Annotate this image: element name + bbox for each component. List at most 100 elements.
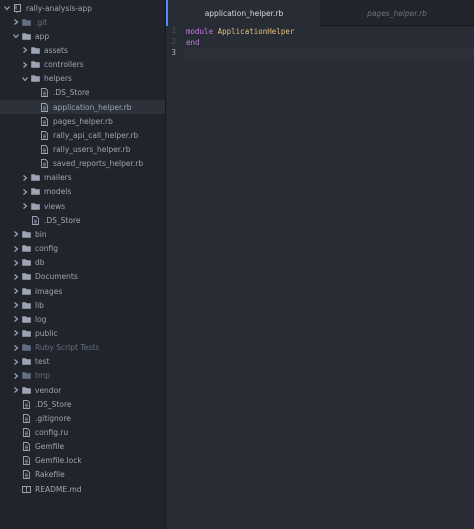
- chevron-down-icon[interactable]: [3, 5, 11, 11]
- chevron-right-icon[interactable]: [21, 203, 29, 210]
- code-line[interactable]: end: [186, 37, 474, 48]
- tree-entry-label: .gitignore: [35, 413, 71, 423]
- file-entry-gitignore[interactable]: .gitignore: [0, 411, 165, 425]
- folder-entry-lib[interactable]: lib: [0, 298, 165, 312]
- folder-entry-vendor[interactable]: vendor: [0, 383, 165, 397]
- file-entry-gemfile-lock[interactable]: Gemfile.lock: [0, 454, 165, 468]
- file-text-icon: [40, 102, 49, 112]
- chevron-right-icon[interactable]: [12, 259, 20, 266]
- tree-entry-label: lib: [35, 300, 44, 310]
- tree-entry-label: Documents: [35, 272, 78, 282]
- tree-entry-label: app: [35, 31, 50, 41]
- tree-entry-label: tmp: [35, 371, 51, 381]
- folder-icon: [22, 329, 31, 338]
- folder-icon: [22, 258, 31, 267]
- folder-entry-models[interactable]: models: [0, 185, 165, 199]
- folder-entry-db[interactable]: db: [0, 256, 165, 270]
- folder-icon: [22, 301, 31, 310]
- tree-entry-label: .DS_Store: [53, 88, 90, 98]
- tree-entry-label: Ruby Script Tests: [35, 343, 100, 353]
- folder-icon: [22, 287, 31, 296]
- tree-entry-label: mailers: [44, 173, 72, 183]
- folder-entry-assets[interactable]: assets: [0, 43, 165, 57]
- chevron-right-icon[interactable]: [12, 387, 20, 394]
- folder-entry-tmp[interactable]: tmp: [0, 369, 165, 383]
- tab-application-helper[interactable]: application_helper.rb: [166, 0, 320, 26]
- chevron-down-icon[interactable]: [21, 76, 29, 82]
- chevron-right-icon[interactable]: [12, 330, 20, 337]
- folder-entry-bin[interactable]: bin: [0, 227, 165, 241]
- chevron-right-icon[interactable]: [21, 47, 29, 54]
- file-entry-gemfile[interactable]: Gemfile: [0, 440, 165, 454]
- file-entry-rakefile[interactable]: Rakefile: [0, 468, 165, 482]
- folder-entry-test[interactable]: test: [0, 355, 165, 369]
- chevron-right-icon[interactable]: [21, 174, 29, 181]
- chevron-right-icon[interactable]: [12, 358, 20, 365]
- file-entry-pages-helper[interactable]: pages_helper.rb: [0, 114, 165, 128]
- chevron-right-icon[interactable]: [12, 288, 20, 294]
- tree-entry-label: helpers: [44, 74, 72, 84]
- tree-entry-label: .git: [35, 17, 48, 27]
- chevron-right-icon[interactable]: [21, 188, 29, 195]
- tree-entry-label: .DS_Store: [35, 399, 72, 409]
- chevron-right-icon[interactable]: [12, 19, 20, 26]
- folder-entry-public[interactable]: public: [0, 326, 165, 340]
- folder-entry-app[interactable]: app: [0, 29, 165, 43]
- chevron-right-icon[interactable]: [12, 344, 20, 351]
- tree-entry-label: Gemfile: [35, 442, 65, 452]
- tree-entry-label: config.ru: [35, 428, 69, 437]
- folder-entry-views[interactable]: views: [0, 199, 165, 213]
- file-entry-readme[interactable]: README.md: [0, 482, 165, 496]
- file-entry-saved-reports-helper[interactable]: saved_reports_helper.rb: [0, 157, 165, 171]
- file-entry-app-ds-store[interactable]: .DS_Store: [0, 213, 165, 227]
- file-entry-rally-users-helper[interactable]: rally_users_helper.rb: [0, 143, 165, 157]
- folder-entry-config[interactable]: config: [0, 242, 165, 256]
- code-line[interactable]: module ApplicationHelper: [186, 26, 474, 37]
- folder-entry-git[interactable]: .git: [0, 15, 165, 29]
- folder-entry-images[interactable]: images: [0, 284, 165, 298]
- file-entry-root-ds-store[interactable]: .DS_Store: [0, 397, 165, 411]
- file-text-icon: [22, 399, 31, 409]
- chevron-down-icon[interactable]: [12, 33, 20, 39]
- tree-entry-label: vendor: [35, 385, 62, 395]
- tree-entry-label: db: [35, 258, 45, 268]
- repo-icon: [13, 3, 22, 13]
- line-number: 1: [171, 26, 176, 35]
- code-line-current[interactable]: [184, 48, 474, 59]
- folder-icon: [31, 46, 40, 55]
- folder-entry-log[interactable]: log: [0, 312, 165, 326]
- chevron-right-icon[interactable]: [12, 231, 20, 238]
- chevron-right-icon[interactable]: [21, 61, 29, 68]
- folder-entry-documents[interactable]: Documents: [0, 270, 165, 284]
- file-entry-rally-api-call-helper[interactable]: rally_api_call_helper.rb: [0, 128, 165, 142]
- file-entry-helpers-ds-store[interactable]: .DS_Store: [0, 86, 165, 100]
- folder-icon: [22, 315, 31, 324]
- tab-pages-helper[interactable]: pages_helper.rb: [320, 0, 474, 26]
- chevron-right-icon[interactable]: [12, 316, 20, 323]
- tree-view: rally-analysis-app .git app assets controlle…: [0, 0, 166, 529]
- folder-icon: [31, 60, 40, 69]
- chevron-right-icon[interactable]: [12, 273, 20, 280]
- chevron-right-icon[interactable]: [12, 372, 20, 379]
- tree-entry-label: test: [35, 357, 50, 367]
- tree-entry-label: controllers: [44, 60, 84, 70]
- tree-entry-label: log: [35, 314, 47, 324]
- folder-icon: [22, 386, 31, 395]
- tree-entry-label: application_helper.rb: [53, 102, 132, 112]
- file-text-icon: [22, 442, 31, 452]
- keyword-token: end: [186, 38, 200, 47]
- folder-entry-ruby-script-tests[interactable]: Ruby Script Tests: [0, 341, 165, 355]
- chevron-right-icon[interactable]: [12, 245, 20, 252]
- folder-entry-mailers[interactable]: mailers: [0, 171, 165, 185]
- folder-entry-helpers[interactable]: helpers: [0, 72, 165, 86]
- folder-entry-rally-analysis-app[interactable]: rally-analysis-app: [0, 1, 165, 15]
- chevron-right-icon[interactable]: [12, 302, 20, 309]
- folder-entry-controllers[interactable]: controllers: [0, 58, 165, 72]
- line-number: 3: [171, 48, 176, 57]
- tree-entry-label: images: [35, 286, 63, 296]
- code-editor[interactable]: 1 2 3 module ApplicationHelper end: [166, 26, 474, 529]
- file-entry-config-ru[interactable]: config.ru: [0, 426, 165, 440]
- file-entry-application-helper[interactable]: application_helper.rb: [0, 100, 165, 115]
- tree-entry-label: models: [44, 187, 72, 197]
- file-text-icon: [40, 116, 49, 126]
